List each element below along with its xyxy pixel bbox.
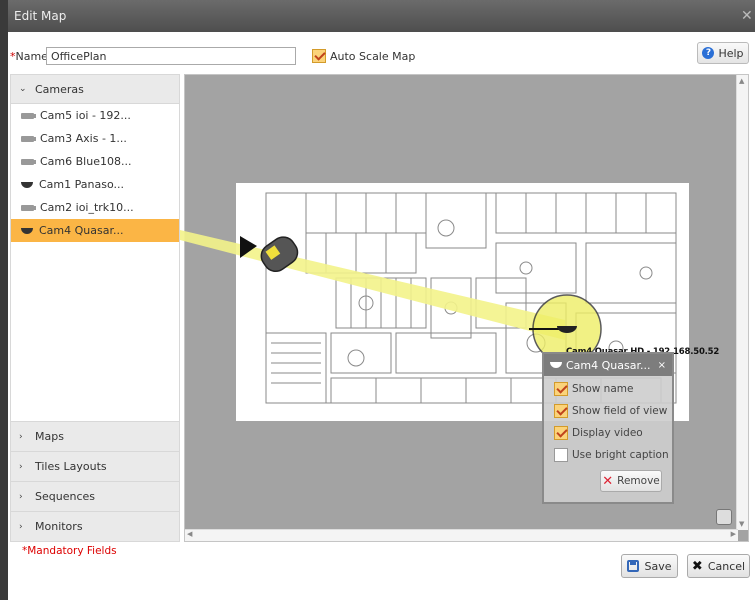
option-label: Show field of view (572, 405, 668, 417)
collapsed-sections: › Maps › Tiles Layouts › Sequences › Mon… (11, 421, 179, 541)
name-label-text: Name (15, 49, 48, 63)
camera-label: Cam5 ioi - 192... (40, 109, 131, 122)
show-name-checkbox[interactable]: Show name (554, 378, 672, 400)
dome-camera-icon (550, 362, 562, 368)
title-bar: Edit Map ✕ (8, 0, 755, 32)
auto-scale-label: Auto Scale Map (330, 49, 416, 63)
chevron-down-icon: ⌄ (19, 84, 27, 94)
auto-scale-checkbox[interactable]: Auto Scale Map (312, 49, 415, 63)
camera-list-item-selected[interactable]: Cam4 Quasar... (11, 219, 179, 242)
scroll-up-icon[interactable]: ▲ (739, 77, 744, 85)
option-label: Display video (572, 427, 643, 439)
remove-button[interactable]: ✕ Remove (600, 470, 662, 492)
camera-list-item[interactable]: Cam5 ioi - 192... (11, 104, 179, 127)
use-bright-caption-checkbox[interactable]: Use bright caption (554, 444, 672, 466)
section-label: Maps (35, 430, 64, 443)
camera-label: Cam1 Panaso... (39, 178, 124, 191)
close-icon[interactable]: ✕ (741, 0, 755, 32)
camera-label: Cam6 Blue108... (40, 155, 132, 168)
tiles-layouts-section-header[interactable]: › Tiles Layouts (11, 451, 179, 481)
cancel-button[interactable]: ✖ Cancel (687, 554, 750, 578)
cancel-x-icon: ✖ (691, 558, 703, 574)
cameras-header-label: Cameras (35, 82, 84, 96)
window-title: Edit Map (14, 9, 67, 23)
camera-list: Cam5 ioi - 192... Cam3 Axis - 1... Cam6 … (11, 104, 179, 420)
camera-label: Cam4 Quasar... (39, 224, 124, 237)
option-label: Show name (572, 383, 634, 395)
chevron-right-icon: › (19, 491, 23, 502)
camera-popup-header: Cam4 Quasar... × (544, 354, 672, 376)
save-disk-icon (627, 560, 640, 572)
left-panel: ⌄ Cameras Cam5 ioi - 192... Cam3 Axis - … (10, 74, 180, 542)
chevron-right-icon: › (19, 431, 23, 442)
remove-icon: ✕ (602, 473, 614, 489)
help-icon: ? (702, 47, 715, 59)
name-input[interactable] (46, 47, 296, 65)
display-video-checkbox[interactable]: Display video (554, 422, 672, 444)
name-label: * Name (10, 46, 48, 66)
scroll-right-icon[interactable]: ▶ (731, 530, 736, 538)
close-icon[interactable]: × (658, 360, 666, 371)
help-button[interactable]: ? Help (697, 42, 749, 64)
box-camera-icon (21, 135, 36, 142)
camera-popup-title: Cam4 Quasar... (566, 358, 651, 372)
dome-camera-icon (21, 181, 33, 188)
help-label: Help (718, 46, 744, 60)
scroll-left-icon[interactable]: ◀ (187, 530, 192, 538)
chevron-right-icon: › (19, 521, 23, 532)
save-label: Save (644, 559, 672, 573)
scroll-down-icon[interactable]: ▼ (739, 520, 744, 528)
camera-list-item[interactable]: Cam2 ioi_trk10... (11, 196, 179, 219)
checkbox-checked[interactable] (554, 426, 568, 440)
auto-scale-check-icon[interactable] (312, 49, 326, 63)
save-button[interactable]: Save (621, 554, 678, 578)
section-label: Sequences (35, 490, 95, 503)
dome-camera-icon (21, 227, 33, 234)
section-label: Tiles Layouts (35, 460, 107, 473)
checkbox-checked[interactable] (554, 382, 568, 396)
mandatory-fields-note: *Mandatory Fields (22, 545, 117, 557)
remove-label: Remove (617, 475, 660, 487)
maps-section-header[interactable]: › Maps (11, 421, 179, 451)
box-camera-icon (21, 112, 36, 119)
camera-list-item[interactable]: Cam6 Blue108... (11, 150, 179, 173)
camera-popup: Cam4 Quasar... × Show name Show field of… (542, 352, 674, 504)
chevron-right-icon: › (19, 461, 23, 472)
show-field-of-view-checkbox[interactable]: Show field of view (554, 400, 672, 422)
camera-label: Cam3 Axis - 1... (40, 132, 127, 145)
checkbox-checked[interactable] (554, 404, 568, 418)
section-label: Monitors (35, 520, 83, 533)
checkbox-unchecked[interactable] (554, 448, 568, 462)
camera-label: Cam2 ioi_trk10... (40, 201, 134, 214)
cameras-section-header[interactable]: ⌄ Cameras (11, 75, 179, 104)
camera-list-item[interactable]: Cam1 Panaso... (11, 173, 179, 196)
sequences-section-header[interactable]: › Sequences (11, 481, 179, 511)
horizontal-scrollbar[interactable]: ◀ ▶ (185, 529, 738, 541)
monitors-section-header[interactable]: › Monitors (11, 511, 179, 541)
box-camera-icon (21, 204, 36, 211)
option-label: Use bright caption (572, 449, 669, 461)
camera-list-item[interactable]: Cam3 Axis - 1... (11, 127, 179, 150)
zoom-fit-button[interactable] (716, 509, 732, 525)
vertical-scrollbar[interactable]: ▲ ▼ (736, 75, 748, 530)
box-camera-icon (21, 158, 36, 165)
cancel-label: Cancel (707, 559, 746, 573)
